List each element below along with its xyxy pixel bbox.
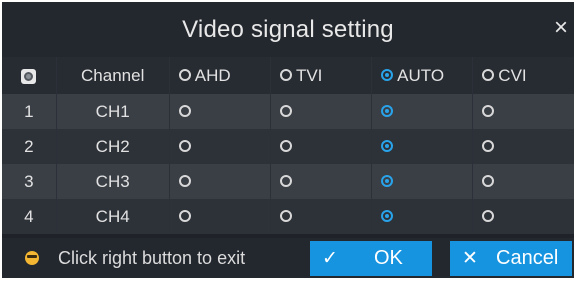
header-option-ahd[interactable]: AHD (169, 57, 271, 94)
option-ahd-cell[interactable] (169, 129, 271, 164)
close-icon[interactable]: × (554, 16, 572, 40)
radio-selected-icon[interactable] (381, 210, 394, 223)
channel-signal-table: Channel AHD TVI AUTO CVI 1 CH1 2 CH2 3 C… (2, 57, 574, 234)
table-header-row: Channel AHD TVI AUTO CVI (2, 57, 574, 94)
radio-icon[interactable] (279, 210, 292, 223)
radio-icon[interactable] (178, 175, 191, 188)
row-index: 4 (2, 199, 57, 234)
option-auto-cell[interactable] (371, 129, 474, 164)
row-channel: CH3 (56, 164, 170, 199)
select-all-cell[interactable] (2, 57, 57, 94)
table-row: 4 CH4 (2, 199, 574, 234)
row-index: 2 (2, 129, 57, 164)
ok-button-label: OK (374, 247, 403, 269)
checkmark-icon: ✓ (322, 248, 338, 269)
radio-icon[interactable] (178, 105, 191, 118)
title-bar: Video signal setting × (2, 2, 574, 57)
header-option-cvi[interactable]: CVI (472, 57, 574, 94)
header-option-label: TVI (295, 65, 323, 85)
header-option-label: AUTO (397, 65, 445, 85)
option-cvi-cell[interactable] (472, 94, 574, 129)
table-row: 2 CH2 (2, 129, 574, 164)
cancel-button[interactable]: ✕ Cancel (450, 241, 572, 276)
radio-icon[interactable] (279, 140, 292, 153)
option-cvi-cell[interactable] (472, 129, 574, 164)
header-option-tvi[interactable]: TVI (270, 57, 373, 94)
option-tvi-cell[interactable] (270, 164, 373, 199)
radio-icon[interactable] (178, 140, 191, 153)
cross-icon: ✕ (462, 248, 478, 269)
option-tvi-cell[interactable] (270, 199, 373, 234)
radio-selected-icon[interactable] (381, 105, 394, 118)
row-index: 3 (2, 164, 57, 199)
row-channel: CH1 (56, 94, 170, 129)
row-channel: CH4 (56, 199, 170, 234)
video-signal-dialog: Video signal setting × Channel AHD TVI A… (2, 2, 574, 278)
radio-selected-icon[interactable] (381, 68, 394, 81)
dialog-title: Video signal setting (182, 15, 394, 43)
option-auto-cell[interactable] (371, 199, 474, 234)
table-row: 1 CH1 (2, 94, 574, 129)
option-ahd-cell[interactable] (169, 94, 271, 129)
radio-icon[interactable] (279, 105, 292, 118)
radio-icon[interactable] (482, 175, 495, 188)
select-all-icon[interactable] (21, 68, 37, 84)
ok-button[interactable]: ✓ OK (310, 241, 432, 276)
radio-icon[interactable] (482, 210, 495, 223)
cancel-button-label: Cancel (496, 247, 559, 269)
option-ahd-cell[interactable] (169, 199, 271, 234)
dialog-footer: Click right button to exit ✓ OK ✕ Cancel (2, 238, 574, 278)
row-channel: CH2 (56, 129, 170, 164)
radio-icon[interactable] (482, 105, 495, 118)
header-option-auto[interactable]: AUTO (371, 57, 474, 94)
option-auto-cell[interactable] (371, 94, 474, 129)
option-ahd-cell[interactable] (169, 164, 271, 199)
radio-icon[interactable] (482, 140, 495, 153)
option-cvi-cell[interactable] (472, 199, 574, 234)
option-tvi-cell[interactable] (270, 129, 373, 164)
radio-icon[interactable] (178, 210, 191, 223)
radio-icon[interactable] (178, 68, 191, 81)
smiley-icon (25, 251, 39, 265)
option-cvi-cell[interactable] (472, 164, 574, 199)
radio-icon[interactable] (482, 68, 495, 81)
header-option-label: CVI (498, 65, 527, 85)
exit-hint: Click right button to exit (58, 248, 246, 268)
radio-icon[interactable] (279, 175, 292, 188)
radio-icon[interactable] (279, 68, 292, 81)
table-row: 3 CH3 (2, 164, 574, 199)
option-auto-cell[interactable] (371, 164, 474, 199)
radio-selected-icon[interactable] (381, 175, 394, 188)
radio-selected-icon[interactable] (381, 140, 394, 153)
row-index: 1 (2, 94, 57, 129)
header-option-label: AHD (194, 65, 231, 85)
option-tvi-cell[interactable] (270, 94, 373, 129)
channel-header: Channel (56, 57, 170, 94)
